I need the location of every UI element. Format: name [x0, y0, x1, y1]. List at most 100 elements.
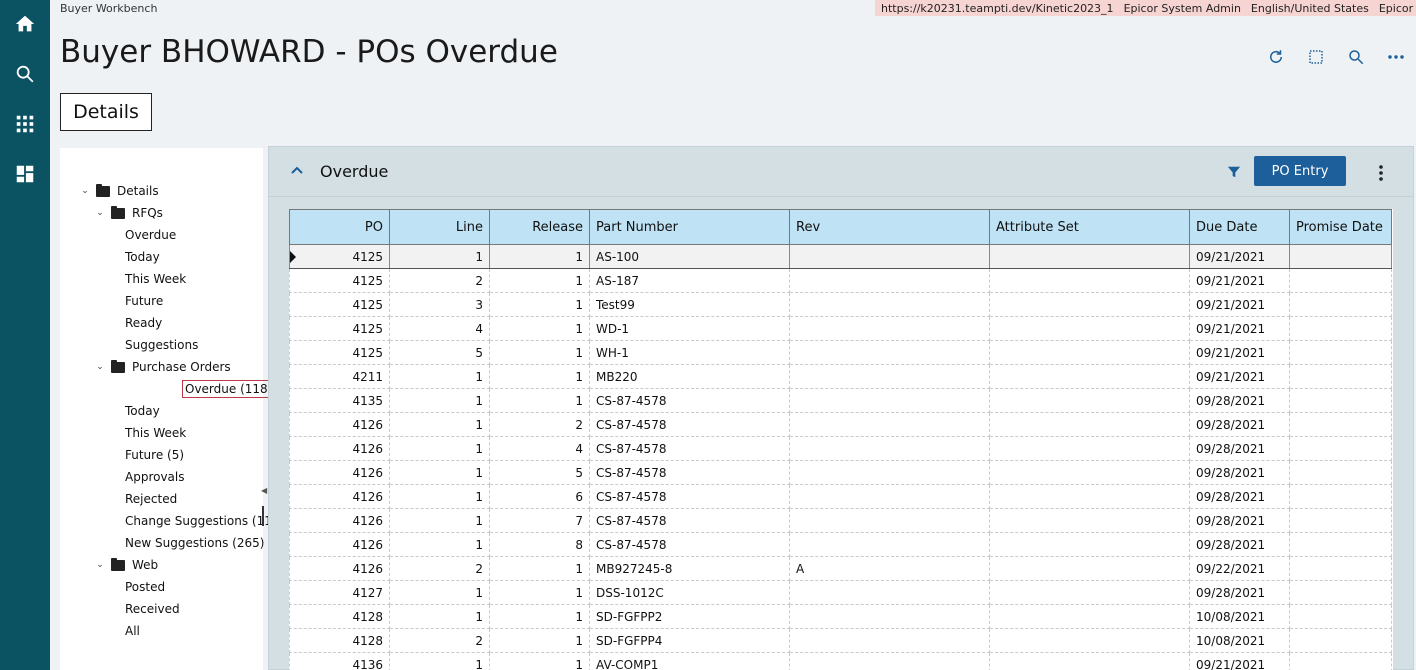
cell-attribute-set[interactable]	[989, 652, 1190, 670]
column-header-release[interactable]: Release	[489, 209, 590, 245]
table-row[interactable]: 4211 1 1 MB220 09/21/2021	[289, 364, 1392, 389]
cell-part-number[interactable]: WH-1	[589, 340, 790, 365]
cell-attribute-set[interactable]	[989, 580, 1190, 605]
select-icon[interactable]	[1305, 46, 1327, 68]
cell-line[interactable]: 1	[389, 412, 490, 437]
table-row[interactable]: 4125 3 1 Test99 09/21/2021	[289, 292, 1392, 317]
cell-rev[interactable]	[789, 340, 990, 365]
column-header-attribute-set[interactable]: Attribute Set	[989, 209, 1190, 245]
cell-release[interactable]: 7	[489, 508, 590, 533]
cell-promise-date[interactable]	[1289, 292, 1392, 317]
cell-promise-date[interactable]	[1289, 556, 1392, 581]
cell-po[interactable]: 4126	[289, 508, 390, 533]
cell-part-number[interactable]: MB220	[589, 364, 790, 389]
cell-rev[interactable]	[789, 388, 990, 413]
cell-release[interactable]: 1	[489, 652, 590, 670]
chevron-down-icon[interactable]: ⌄	[95, 362, 105, 372]
cell-due-date[interactable]: 09/21/2021	[1189, 244, 1290, 269]
cell-line[interactable]: 1	[389, 508, 490, 533]
tree-item-po-today[interactable]: Today	[125, 402, 160, 420]
cell-promise-date[interactable]	[1289, 244, 1392, 269]
cell-rev[interactable]	[789, 244, 990, 269]
cell-attribute-set[interactable]	[989, 508, 1190, 533]
table-row[interactable]: 4125 5 1 WH-1 09/21/2021	[289, 340, 1392, 365]
cell-po[interactable]: 4126	[289, 484, 390, 509]
cell-attribute-set[interactable]	[989, 460, 1190, 485]
tree-item-po-rejected[interactable]: Rejected	[125, 490, 177, 508]
cell-due-date[interactable]: 09/22/2021	[1189, 556, 1290, 581]
cell-due-date[interactable]: 09/28/2021	[1189, 508, 1290, 533]
cell-release[interactable]: 1	[489, 268, 590, 293]
cell-attribute-set[interactable]	[989, 556, 1190, 581]
more-vertical-icon[interactable]	[1371, 163, 1391, 183]
cell-part-number[interactable]: AV-COMP1	[589, 652, 790, 670]
column-header-promise-date[interactable]: Promise Date	[1289, 209, 1392, 245]
collapse-tree-icon[interactable]: ◀	[261, 486, 267, 495]
column-header-part-number[interactable]: Part Number	[589, 209, 790, 245]
cell-due-date[interactable]: 09/21/2021	[1189, 652, 1290, 670]
tree-item-rfq-ready[interactable]: Ready	[125, 314, 162, 332]
cell-promise-date[interactable]	[1289, 532, 1392, 557]
tree-item-web-all[interactable]: All	[125, 622, 140, 640]
cell-due-date[interactable]: 09/28/2021	[1189, 484, 1290, 509]
column-header-due-date[interactable]: Due Date	[1189, 209, 1290, 245]
cell-part-number[interactable]: CS-87-4578	[589, 532, 790, 557]
cell-po[interactable]: 4136	[289, 652, 390, 670]
cell-promise-date[interactable]	[1289, 364, 1392, 389]
cell-promise-date[interactable]	[1289, 604, 1392, 629]
tree-item-web-received[interactable]: Received	[125, 600, 180, 618]
cell-line[interactable]: 2	[389, 628, 490, 653]
splitter-handle[interactable]	[262, 506, 264, 526]
company[interactable]: Epicor Education	[1379, 2, 1416, 15]
tree-item-rfq-suggestions[interactable]: Suggestions	[125, 336, 198, 354]
dashboard-icon[interactable]	[11, 160, 39, 188]
cell-rev[interactable]	[789, 508, 990, 533]
cell-part-number[interactable]: MB927245-8	[589, 556, 790, 581]
tree-item-rfq-this-week[interactable]: This Week	[125, 270, 186, 288]
cell-promise-date[interactable]	[1289, 412, 1392, 437]
table-row[interactable]: 4126 1 2 CS-87-4578 09/28/2021	[289, 412, 1392, 437]
cell-part-number[interactable]: CS-87-4578	[589, 508, 790, 533]
more-icon[interactable]	[1385, 46, 1407, 68]
table-row[interactable]: 4136 1 1 AV-COMP1 09/21/2021	[289, 652, 1392, 670]
cell-promise-date[interactable]	[1289, 388, 1392, 413]
details-button[interactable]: Details	[60, 93, 152, 131]
cell-rev[interactable]	[789, 316, 990, 341]
cell-due-date[interactable]: 09/28/2021	[1189, 580, 1290, 605]
cell-rev[interactable]	[789, 364, 990, 389]
table-row[interactable]: 4125 2 1 AS-187 09/21/2021	[289, 268, 1392, 293]
cell-rev[interactable]	[789, 412, 990, 437]
cell-due-date[interactable]: 09/28/2021	[1189, 460, 1290, 485]
cell-promise-date[interactable]	[1289, 628, 1392, 653]
apps-grid-icon[interactable]	[11, 110, 39, 138]
cell-release[interactable]: 2	[489, 412, 590, 437]
cell-promise-date[interactable]	[1289, 316, 1392, 341]
tree-root-details[interactable]: ⌄ Details	[80, 182, 159, 200]
cell-attribute-set[interactable]	[989, 436, 1190, 461]
tree-item-po-this-week[interactable]: This Week	[125, 424, 186, 442]
tree-group-rfqs[interactable]: ⌄ RFQs	[95, 204, 163, 222]
cell-attribute-set[interactable]	[989, 532, 1190, 557]
cell-line[interactable]: 2	[389, 268, 490, 293]
tree-item-rfq-future[interactable]: Future	[125, 292, 163, 310]
tree-group-web[interactable]: ⌄ Web	[95, 556, 158, 574]
cell-release[interactable]: 1	[489, 316, 590, 341]
filter-icon[interactable]	[1227, 164, 1243, 180]
cell-attribute-set[interactable]	[989, 364, 1190, 389]
table-row[interactable]: 4126 1 7 CS-87-4578 09/28/2021	[289, 508, 1392, 533]
cell-attribute-set[interactable]	[989, 628, 1190, 653]
search-icon[interactable]	[11, 60, 39, 88]
cell-due-date[interactable]: 09/28/2021	[1189, 412, 1290, 437]
cell-po[interactable]: 4126	[289, 436, 390, 461]
cell-po[interactable]: 4125	[289, 340, 390, 365]
cell-release[interactable]: 1	[489, 556, 590, 581]
tree-item-po-overdue[interactable]: Overdue (118)	[182, 380, 276, 398]
cell-release[interactable]: 8	[489, 532, 590, 557]
cell-po[interactable]: 4125	[289, 316, 390, 341]
column-header-line[interactable]: Line	[389, 209, 490, 245]
cell-promise-date[interactable]	[1289, 436, 1392, 461]
cell-po[interactable]: 4128	[289, 628, 390, 653]
cell-po[interactable]: 4127	[289, 580, 390, 605]
cell-po[interactable]: 4125	[289, 292, 390, 317]
tree-item-rfq-overdue[interactable]: Overdue	[125, 226, 176, 244]
